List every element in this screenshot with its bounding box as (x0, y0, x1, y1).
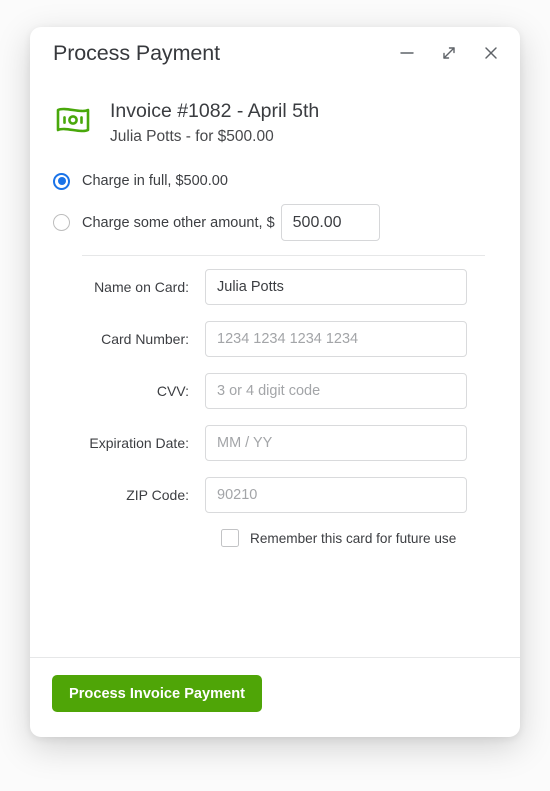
minimize-icon[interactable] (396, 42, 418, 64)
charge-in-full-option[interactable]: Charge in full, $500.00 (53, 168, 498, 194)
dialog-footer: Process Invoice Payment (30, 657, 520, 737)
label-zip-code: ZIP Code: (126, 487, 189, 503)
label-cvv: CVV: (156, 383, 189, 399)
field-row-expiration-date: Expiration Date: (52, 425, 498, 461)
section-divider (82, 255, 485, 256)
invoice-text: Invoice #1082 - April 5th Julia Potts - … (110, 98, 319, 149)
expand-icon[interactable] (438, 42, 460, 64)
invoice-heading: Invoice #1082 - April 5th (110, 100, 320, 122)
remember-card-label[interactable]: Remember this card for future use (250, 531, 456, 546)
charge-options: Charge in full, $500.00 Charge some othe… (52, 168, 498, 241)
banknote-icon (53, 100, 93, 140)
field-row-cvv: CVV: (52, 373, 498, 409)
label-expiration-date: Expiration Date: (89, 435, 189, 451)
remember-card-row[interactable]: Remember this card for future use (52, 529, 498, 547)
field-row-card-number: Card Number: (52, 321, 498, 357)
card-number-input[interactable] (205, 321, 467, 357)
charge-other-amount-label[interactable]: Charge some other amount, $ (82, 215, 275, 231)
close-icon[interactable] (480, 42, 502, 64)
cvv-input[interactable] (205, 373, 467, 409)
expiration-date-input[interactable] (205, 425, 467, 461)
radio-charge-in-full[interactable] (53, 172, 70, 190)
dialog-titlebar: Process Payment (30, 27, 520, 79)
radio-charge-other-amount[interactable] (53, 214, 70, 231)
process-invoice-payment-button[interactable]: Process Invoice Payment (52, 675, 263, 712)
label-name-on-card: Name on Card: (94, 279, 189, 295)
dialog-body: Invoice #1082 - April 5th Julia Potts - … (30, 79, 520, 657)
remember-card-checkbox[interactable] (221, 529, 239, 547)
process-payment-dialog: Process Payment Invoice #1082 - April 5t… (30, 27, 520, 737)
zip-code-input[interactable] (205, 477, 467, 513)
page-title: Process Payment (53, 40, 220, 65)
name-on-card-input[interactable] (205, 269, 467, 305)
charge-other-amount-option[interactable]: Charge some other amount, $ (53, 204, 498, 241)
window-controls (396, 42, 502, 64)
label-card-number: Card Number: (101, 331, 189, 347)
field-row-name-on-card: Name on Card: (52, 269, 498, 305)
field-row-zip-code: ZIP Code: (52, 477, 498, 513)
card-details-form: Name on Card: Card Number: CVV: Expirati… (52, 269, 498, 547)
invoice-subheading: Julia Potts - for $500.00 (110, 128, 274, 145)
invoice-summary: Invoice #1082 - April 5th Julia Potts - … (52, 79, 498, 149)
charge-in-full-label[interactable]: Charge in full, $500.00 (82, 173, 228, 189)
custom-amount-input[interactable] (280, 204, 380, 241)
